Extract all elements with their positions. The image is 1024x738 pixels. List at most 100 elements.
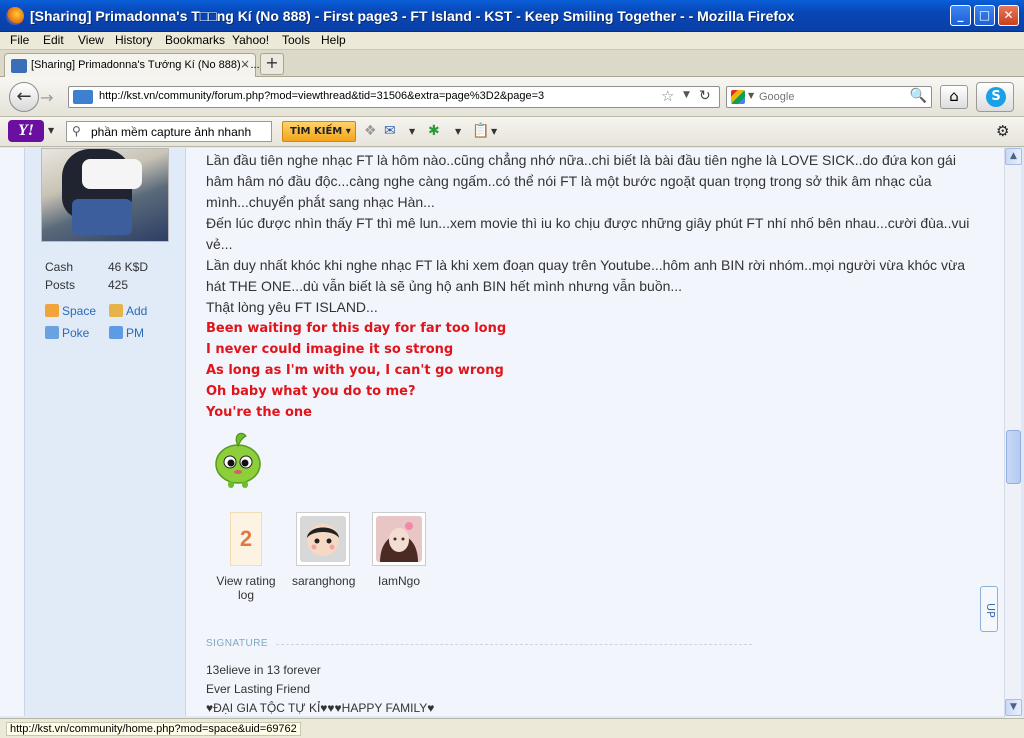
post-line: Thật lòng yêu FT ISLAND... [206, 299, 378, 315]
rater-avatar-saranghong[interactable] [296, 512, 350, 566]
rating-count[interactable]: 2 [230, 512, 262, 566]
signature-divider [276, 644, 752, 645]
poke-link-label: Poke [62, 326, 90, 340]
rater-name-saranghong[interactable]: saranghong [292, 574, 355, 588]
widgets-dropdown-icon[interactable]: ▼ [455, 127, 461, 136]
menu-file[interactable]: File [10, 33, 29, 47]
bookmark-star-icon[interactable]: ☆ [661, 87, 674, 105]
scrollbar-thumb[interactable] [1006, 430, 1021, 484]
sprout-mascot-emoticon [215, 432, 261, 488]
widgets-icon[interactable]: ✱ [428, 123, 440, 139]
yahoo-toolbar: Y! ▼ ⚲ phần mềm capture ảnh nhanh TÌM KI… [0, 117, 1024, 147]
skype-button[interactable]: S [976, 82, 1014, 112]
post-line: hâm hâm nó đầu độc...càng nghe càng ngấm… [206, 173, 932, 189]
scroll-up-arrow-icon[interactable]: ▲ [1005, 148, 1022, 165]
toolbar-separator-icon: ❖ [364, 123, 377, 139]
mail-icon[interactable]: ✉ [384, 123, 396, 139]
rater-avatar-picture [300, 516, 346, 562]
yahoo-logo[interactable]: Y! [8, 120, 44, 142]
web-search-input[interactable] [759, 89, 905, 105]
lyric-line: Oh baby what you do to me? [206, 384, 416, 399]
scroll-down-arrow-icon[interactable]: ▼ [1005, 699, 1022, 716]
url-dropdown-icon[interactable]: ▼ [683, 90, 690, 100]
google-icon[interactable] [731, 90, 745, 104]
back-to-top-button[interactable]: UP [980, 586, 998, 632]
add-friend-link-label: Add [126, 304, 148, 318]
yahoo-search-query[interactable]: phần mềm capture ảnh nhanh [91, 125, 251, 139]
signature-line: ♥ĐẠI GIA TỘC TỰ KỈ♥♥♥HAPPY FAMILY♥ [206, 701, 435, 715]
yahoo-search-button[interactable]: TÌM KIẾM ▾ [282, 121, 356, 142]
close-button[interactable]: ✕ [998, 5, 1019, 26]
menu-edit[interactable]: Edit [43, 33, 64, 47]
new-tab-button[interactable]: + [260, 53, 284, 75]
space-link-label: Space [62, 304, 97, 318]
add-friend-icon [109, 304, 123, 317]
add-friend-link[interactable]: Add [109, 304, 147, 318]
gear-icon[interactable]: ⚙ [996, 122, 1009, 140]
stat-label-cash: Cash [45, 260, 74, 274]
poke-icon [45, 326, 59, 339]
menu-yahoo[interactable]: Yahoo! [232, 33, 269, 47]
web-search-box[interactable]: ▼ 🔍 [726, 86, 932, 108]
forward-button[interactable]: → [40, 88, 53, 107]
minimize-button[interactable]: _ [950, 5, 971, 26]
firefox-icon [6, 7, 24, 25]
view-rating-label: View rating [216, 574, 276, 588]
post-line: Lần duy nhất khóc khi nghe nhạc FT là kh… [206, 257, 966, 273]
menu-history[interactable]: History [115, 33, 152, 47]
vertical-scrollbar[interactable]: ▲ ▼ [1004, 148, 1022, 718]
menu-view[interactable]: View [78, 33, 104, 47]
stat-value-cash: 46 K$D [108, 260, 149, 274]
lyric-line: You're the one [206, 405, 312, 420]
search-icon[interactable]: 🔍 [910, 88, 927, 104]
rater-name-iamngo[interactable]: IamNgo [368, 574, 430, 588]
maximize-button[interactable]: □ [974, 5, 995, 26]
pm-link-label: PM [126, 326, 144, 340]
menu-bar: File Edit View History Bookmarks Yahoo! … [0, 32, 1024, 50]
url-bar[interactable]: http://kst.vn/community/forum.php?mod=vi… [68, 86, 720, 108]
view-rating-log-link[interactable]: View rating log [212, 574, 280, 602]
view-rating-log-label: log [237, 588, 254, 602]
rater-avatar-iamngo[interactable] [372, 512, 426, 566]
yahoo-menu-dropdown-icon[interactable]: ▼ [48, 126, 54, 135]
page-content: Cash 46 K$D Posts 425 Space Add Poke PM … [0, 148, 1004, 716]
rater-avatar-picture [376, 516, 422, 562]
post-line: vẻ... [206, 236, 233, 252]
status-bar: http://kst.vn/community/home.php?mod=spa… [0, 718, 1024, 738]
stat-label-posts: Posts [45, 278, 76, 292]
pm-link[interactable]: PM [109, 326, 144, 340]
site-identity-icon[interactable] [73, 90, 93, 104]
tab-active[interactable]: [Sharing] Primadonna's Tướng Kí (No 888)… [4, 53, 260, 77]
search-engine-dropdown-icon[interactable]: ▼ [748, 91, 754, 100]
post-line: mình...chuyển phắt sang nhạc Hàn... [206, 194, 435, 210]
yahoo-search-field[interactable]: ⚲ phần mềm capture ảnh nhanh [66, 121, 272, 142]
back-button[interactable]: ← [9, 82, 39, 112]
menu-bookmarks[interactable]: Bookmarks [165, 33, 225, 47]
yahoo-search-icon: ⚲ [72, 124, 81, 138]
envelope-icon [109, 326, 123, 339]
author-sidebar: Cash 46 K$D Posts 425 Space Add Poke PM [24, 148, 186, 716]
tab-bar: [Sharing] Primadonna's Tướng Kí (No 888)… [0, 50, 1024, 77]
signature-label: SIGNATURE [206, 638, 269, 649]
url-text[interactable]: http://kst.vn/community/forum.php?mod=vi… [99, 90, 544, 102]
avatar-shirt [82, 159, 142, 189]
tab-close-icon[interactable]: × [240, 57, 250, 71]
menu-tools[interactable]: Tools [282, 33, 310, 47]
reload-icon[interactable]: ↻ [699, 88, 711, 104]
stat-value-posts[interactable]: 425 [108, 278, 128, 292]
home-icon [45, 304, 59, 317]
tab-title: [Sharing] Primadonna's Tướng Kí (No 888)… [31, 59, 260, 71]
title-bar: [Sharing] Primadonna's T□□ng Kí (No 888)… [0, 0, 1024, 32]
user-avatar[interactable] [41, 148, 169, 242]
post-line: Lần đầu tiên nghe nhạc FT là hôm nào..cũ… [206, 152, 956, 168]
mail-dropdown-icon[interactable]: ▼ [409, 127, 415, 136]
lyric-line: As long as I'm with you, I can't go wron… [206, 363, 504, 378]
home-button[interactable]: ⌂ [940, 85, 968, 109]
poke-link[interactable]: Poke [45, 326, 89, 340]
window-title: [Sharing] Primadonna's T□□ng Kí (No 888)… [30, 8, 795, 24]
menu-help[interactable]: Help [321, 33, 346, 47]
clipboard-dropdown-icon[interactable]: ▼ [491, 127, 497, 136]
space-link[interactable]: Space [45, 304, 96, 318]
site-favicon-icon [11, 59, 27, 73]
clipboard-icon[interactable]: 📋 [472, 123, 489, 139]
